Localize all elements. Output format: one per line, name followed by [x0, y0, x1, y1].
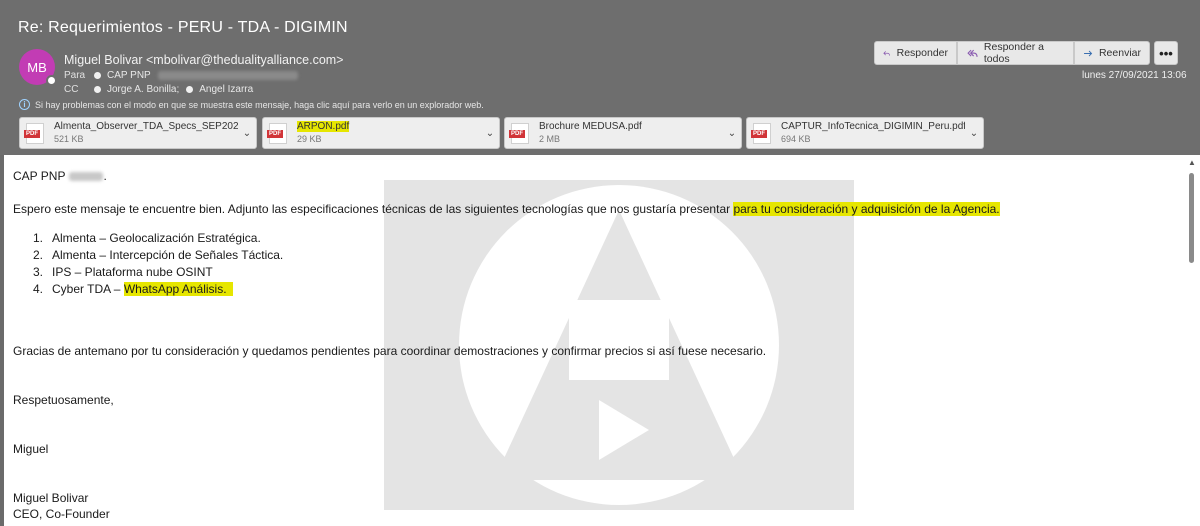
scroll-thumb[interactable] [1189, 173, 1194, 263]
attachment-name: CAPTUR_InfoTecnica_DIGIMIN_Peru.pdf [781, 121, 965, 132]
sender[interactable]: Miguel Bolivar <mbolivar@thedualityallia… [64, 53, 344, 67]
attachment[interactable]: PDF Brochure MEDUSA.pdf 2 MB ⌄ [504, 117, 742, 149]
to-label: Para [64, 70, 86, 81]
reply-all-button[interactable]: Responder a todos [957, 41, 1074, 65]
attachment-name: ARPON.pdf [297, 121, 350, 132]
chevron-down-icon[interactable]: ⌄ [965, 128, 983, 139]
recipient-status-icon [94, 86, 101, 93]
greeting-end: . [103, 169, 107, 183]
reply-all-label: Responder a todos [983, 41, 1045, 65]
reply-label: Responder [896, 47, 948, 59]
recipient-status-icon [186, 86, 194, 93]
cc-recipient-2[interactable]: Angel Izarra [199, 84, 253, 95]
info-bar[interactable]: i Si hay problemas con el modo en que se… [19, 99, 484, 110]
chevron-down-icon[interactable]: ⌄ [723, 128, 741, 139]
attachment[interactable]: PDF CAPTUR_InfoTecnica_DIGIMIN_Peru.pdf … [746, 117, 984, 149]
forward-arrow-icon [1084, 50, 1093, 56]
forward-label: Reenviar [1098, 47, 1141, 59]
attachment-size: 29 KB [297, 134, 322, 144]
chevron-down-icon[interactable]: ⌄ [481, 128, 499, 139]
chevron-down-icon[interactable]: ⌄ [238, 128, 256, 139]
list-item: 2. Almenta – Intercepción de Señales Táct… [33, 248, 284, 262]
reply-all-icon [967, 49, 978, 57]
cc-recipient-1[interactable]: Jorge A. Bonilla; [107, 84, 179, 95]
list-item: 3. IPS – Plataforma nube OSINT [33, 265, 213, 279]
thanks-paragraph: Gracias de antemano por tu consideración… [13, 344, 767, 358]
pdf-file-icon: PDF [751, 122, 771, 144]
cc-label: CC [64, 84, 79, 95]
attachment[interactable]: PDF ARPON.pdf 29 KB ⌄ [262, 117, 500, 149]
sent-date: lunes 27/09/2021 13:06 [1082, 70, 1187, 81]
to-line: Para CAP PNP [64, 70, 298, 81]
attachment-name: Almenta_Observer_TDA_Specs_SEP2021.pdf [54, 121, 238, 132]
redacted-name [69, 172, 104, 182]
scroll-up-icon[interactable]: ▲ [1188, 158, 1196, 167]
recipient-status-icon [94, 72, 101, 79]
avatar-initials: MB [27, 59, 47, 75]
greeting-line: CAP PNP. [13, 169, 107, 183]
forward-button[interactable]: Reenviar [1074, 41, 1150, 65]
message-body[interactable]: CAP PNP. Espero este mensaje te encuentr… [4, 155, 1184, 526]
reply-button[interactable]: Responder [874, 41, 957, 65]
pdf-file-icon: PDF [267, 122, 287, 144]
vertical-scrollbar[interactable]: ▲ [1184, 155, 1200, 526]
more-actions-button[interactable]: ••• [1154, 41, 1178, 65]
cc-line: CC Jorge A. Bonilla; Angel Izarra [64, 84, 253, 95]
attachment-size: 521 KB [54, 134, 84, 144]
pdf-file-icon: PDF [509, 122, 529, 144]
message-header: Re: Requerimientos - PERU - TDA - DIGIMI… [0, 0, 1200, 155]
intro-text: Espero este mensaje te encuentre bien. A… [13, 202, 734, 216]
list-item: 4. Cyber TDA – WhatsApp Análisis. [33, 282, 234, 296]
signature-name: Miguel Bolivar [13, 491, 89, 505]
intro-highlight: para tu consideración y adquisición de l… [733, 202, 1000, 216]
signoff: Miguel [13, 442, 49, 456]
email-subject: Re: Requerimientos - PERU - TDA - DIGIMI… [18, 19, 348, 36]
greeting: CAP PNP [13, 169, 66, 183]
redacted-recipient [157, 71, 298, 80]
reply-arrow-icon [883, 50, 890, 56]
info-icon: i [19, 99, 30, 110]
list-item: 1. Almenta – Geolocalización Estratégica. [33, 231, 261, 245]
info-text[interactable]: Si hay problemas con el modo en que se m… [35, 100, 484, 110]
to-recipient[interactable]: CAP PNP [107, 70, 151, 81]
attachment[interactable]: PDF Almenta_Observer_TDA_Specs_SEP2021.p… [19, 117, 257, 149]
attachment-size: 2 MB [539, 134, 561, 144]
attachment-size: 694 KB [781, 134, 811, 144]
presence-status-icon [46, 75, 57, 86]
pdf-file-icon: PDF [24, 122, 44, 144]
attachment-name: Brochure MEDUSA.pdf [539, 121, 642, 132]
intro-paragraph: Espero este mensaje te encuentre bien. A… [13, 202, 1000, 216]
closing: Respetuosamente, [13, 393, 114, 407]
signature-title: CEO, Co-Founder [13, 507, 110, 521]
message-actions: Responder Responder a todos Reenviar [874, 41, 1150, 65]
